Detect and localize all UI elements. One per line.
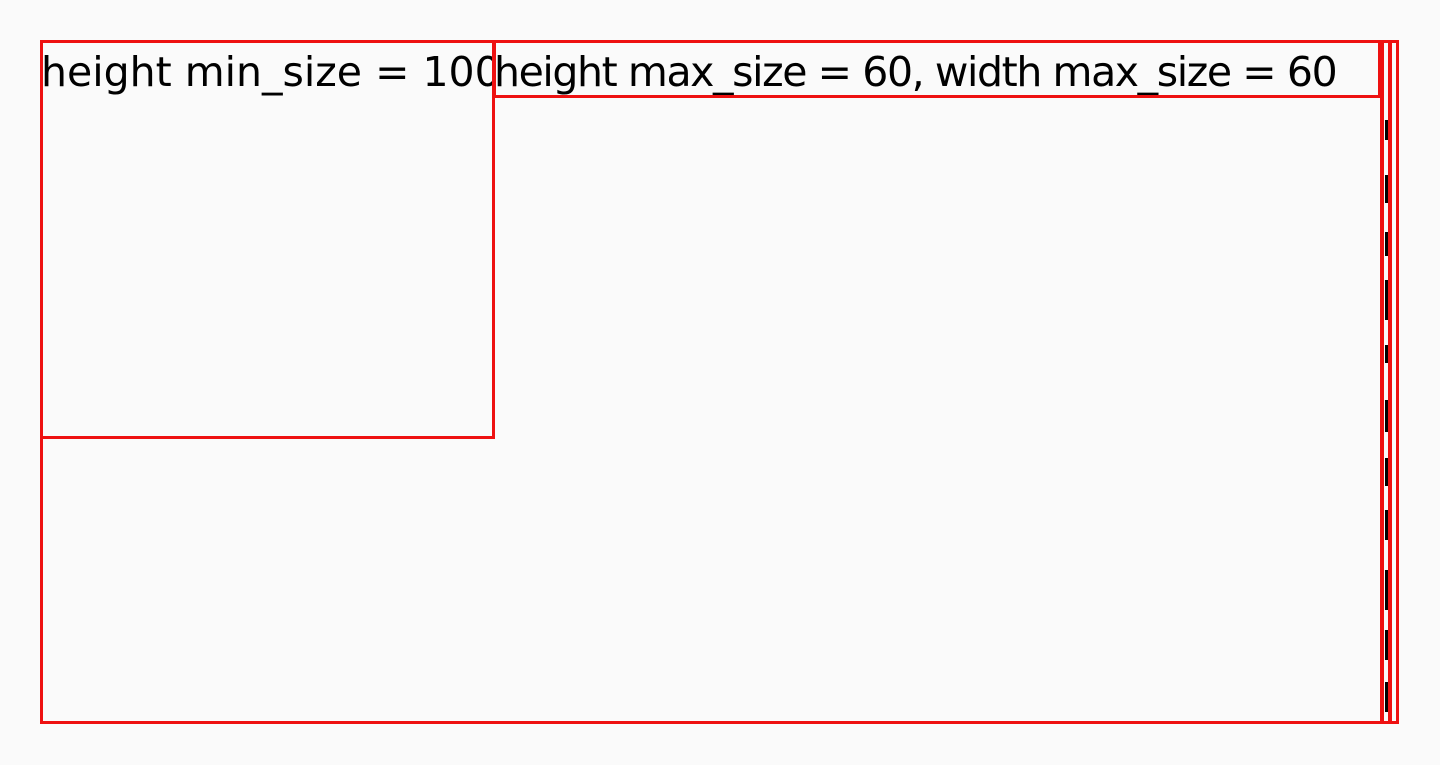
clipped-glyph-fragment	[1385, 232, 1388, 256]
clipped-glyph-fragment	[1385, 400, 1388, 432]
clipped-glyph-fragment	[1385, 510, 1388, 540]
min-size-label: height min_size = 100	[41, 48, 495, 96]
clipped-glyph-fragment	[1385, 682, 1388, 712]
clipped-glyph-fragment	[1385, 345, 1388, 363]
min-size-box: height min_size = 100	[40, 40, 495, 439]
clipped-glyph-fragment	[1385, 175, 1388, 203]
clipped-glyph-fragment	[1385, 458, 1388, 486]
layout-canvas: height min_size = 100 height max_size = …	[0, 0, 1440, 765]
clipped-glyph-fragment	[1385, 570, 1388, 610]
max-size-label: height max_size = 60, width max_size = 6…	[494, 48, 1338, 96]
clipped-glyph-fragment	[1385, 280, 1388, 320]
clipped-glyph-fragment	[1385, 120, 1388, 140]
clipped-glyph-fragment	[1385, 630, 1388, 660]
max-size-box: height max_size = 60, width max_size = 6…	[493, 40, 1381, 98]
narrow-box-2	[1389, 40, 1399, 724]
